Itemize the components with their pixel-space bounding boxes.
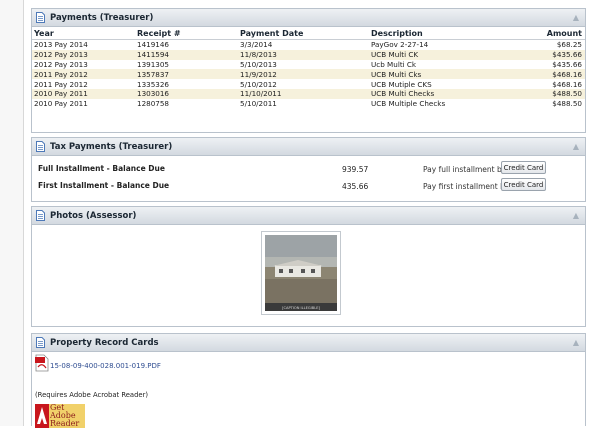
column-header-receipt: Receipt # bbox=[135, 27, 238, 40]
cell-description: UCB Mutiple CKS bbox=[369, 79, 513, 89]
photos-panel-header[interactable]: Photos (Assessor) ▲ bbox=[32, 207, 585, 225]
table-row: 2010 Pay 2011 1280758 5/10/2011 UCB Mult… bbox=[32, 98, 585, 109]
cell-date: 11/9/2012 bbox=[238, 69, 369, 80]
tax-panel-title: Tax Payments (Treasurer) bbox=[50, 141, 173, 152]
cell-year: 2012 Pay 2013 bbox=[32, 49, 135, 60]
cell-amount: $468.16 bbox=[513, 69, 585, 80]
cell-receipt: 1357837 bbox=[135, 69, 238, 80]
table-row: 2012 Pay 2013 1391305 5/10/2013 Ucb Mult… bbox=[32, 59, 585, 70]
table-row: 2011 Pay 2012 1357837 11/9/2012 UCB Mult… bbox=[32, 69, 585, 80]
collapse-arrow-icon[interactable]: ▲ bbox=[573, 211, 579, 220]
tax-row-label: First Installment - Balance Due bbox=[38, 181, 170, 190]
payments-header-row: Year Receipt # Payment Date Description … bbox=[32, 27, 585, 40]
payments-panel-header[interactable]: Payments (Treasurer) ▲ bbox=[32, 9, 585, 27]
column-header-amount: Amount bbox=[513, 27, 585, 40]
tax-panel-header[interactable]: Tax Payments (Treasurer) ▲ bbox=[32, 138, 585, 156]
tax-row-label: Full Installment - Balance Due bbox=[38, 164, 165, 173]
property-photo-image: [CAPTION ILLEGIBLE] bbox=[265, 235, 337, 311]
adobe-reader-badge[interactable]: Get Adobe Reader bbox=[35, 404, 85, 430]
cell-receipt: 1335326 bbox=[135, 79, 238, 89]
table-row: 2010 Pay 2011 1303016 11/10/2011 UCB Mul… bbox=[32, 88, 585, 99]
tax-pay-label: Pay full installment by: bbox=[423, 165, 509, 174]
property-photo[interactable]: [CAPTION ILLEGIBLE] bbox=[261, 231, 341, 315]
document-icon bbox=[36, 141, 45, 152]
property-panel-header[interactable]: Property Record Cards ▲ bbox=[32, 334, 585, 352]
requires-reader-text: (Requires Adobe Acrobat Reader) bbox=[35, 391, 149, 399]
tax-row-full: Full Installment - Balance Due 939.57 Pa… bbox=[32, 160, 585, 177]
cell-year: 2012 Pay 2013 bbox=[32, 59, 135, 70]
cell-year: 2011 Pay 2012 bbox=[32, 79, 135, 89]
cell-amount: $435.66 bbox=[513, 49, 585, 60]
table-row: 2012 Pay 2013 1411594 11/8/2013 UCB Mult… bbox=[32, 49, 585, 60]
tax-row-amount: 435.66 bbox=[342, 182, 369, 191]
tax-payments-panel: Tax Payments (Treasurer) ▲ Full Installm… bbox=[31, 137, 586, 202]
payments-table: Year Receipt # Payment Date Description … bbox=[32, 27, 585, 109]
document-icon bbox=[36, 210, 45, 221]
cell-description: UCB Multiple Checks bbox=[369, 98, 513, 109]
table-row: 2011 Pay 2012 1335326 5/10/2012 UCB Muti… bbox=[32, 79, 585, 89]
cell-description: UCB Multi CK bbox=[369, 49, 513, 60]
table-row: 2013 Pay 2014 1419146 3/3/2014 PayGov 2-… bbox=[32, 39, 585, 50]
right-margin-strip bbox=[586, 0, 600, 426]
credit-card-button[interactable]: Credit Card bbox=[501, 178, 546, 191]
cell-date: 5/10/2012 bbox=[238, 79, 369, 89]
cell-date: 5/10/2011 bbox=[238, 98, 369, 109]
cell-description: UCB Multi Cks bbox=[369, 69, 513, 80]
column-header-year: Year bbox=[32, 27, 135, 40]
photo-caption: [CAPTION ILLEGIBLE] bbox=[282, 306, 320, 310]
cell-receipt: 1411594 bbox=[135, 49, 238, 60]
payments-panel-title: Payments (Treasurer) bbox=[50, 12, 154, 23]
column-header-payment-date: Payment Date bbox=[238, 27, 369, 40]
left-margin-strip bbox=[0, 0, 24, 426]
reader-badge-label: Get Adobe Reader bbox=[50, 403, 80, 428]
tax-row-first: First Installment - Balance Due 435.66 P… bbox=[32, 177, 585, 194]
collapse-arrow-icon[interactable]: ▲ bbox=[573, 13, 579, 22]
document-icon bbox=[36, 337, 45, 348]
photos-panel: Photos (Assessor) ▲ [CAPTION ILLEGIBLE] bbox=[31, 206, 586, 327]
cell-amount: $468.16 bbox=[513, 79, 585, 89]
property-record-body: 15-08-09-400-028.001-019.PDF (Requires A… bbox=[32, 352, 585, 436]
cell-date: 11/10/2011 bbox=[238, 88, 369, 99]
cell-amount: $435.66 bbox=[513, 59, 585, 70]
cell-date: 3/3/2014 bbox=[238, 39, 369, 50]
pdf-file-icon[interactable] bbox=[35, 354, 49, 372]
pdf-link[interactable]: 15-08-09-400-028.001-019.PDF bbox=[50, 362, 161, 370]
cell-year: 2013 Pay 2014 bbox=[32, 39, 135, 50]
cell-description: Ucb Multi Ck bbox=[369, 59, 513, 70]
cell-amount: $68.25 bbox=[513, 39, 585, 50]
tax-row-amount: 939.57 bbox=[342, 165, 369, 174]
cell-year: 2010 Pay 2011 bbox=[32, 98, 135, 109]
cell-date: 11/8/2013 bbox=[238, 49, 369, 60]
cell-receipt: 1303016 bbox=[135, 88, 238, 99]
document-icon bbox=[36, 12, 45, 23]
payments-panel: Payments (Treasurer) ▲ Year Receipt # Pa… bbox=[31, 8, 586, 133]
cell-year: 2010 Pay 2011 bbox=[32, 88, 135, 99]
cell-receipt: 1419146 bbox=[135, 39, 238, 50]
cell-receipt: 1391305 bbox=[135, 59, 238, 70]
collapse-arrow-icon[interactable]: ▲ bbox=[573, 142, 579, 151]
property-record-cards-panel: Property Record Cards ▲ 15-08-09-400-028… bbox=[31, 333, 586, 428]
cell-description: UCB Multi Checks bbox=[369, 88, 513, 99]
property-panel-title: Property Record Cards bbox=[50, 337, 159, 348]
cell-description: PayGov 2-27-14 bbox=[369, 39, 513, 50]
cell-year: 2011 Pay 2012 bbox=[32, 69, 135, 80]
cell-date: 5/10/2013 bbox=[238, 59, 369, 70]
column-header-description: Description bbox=[369, 27, 513, 40]
tax-pay-label: Pay first installment by: bbox=[423, 182, 512, 191]
collapse-arrow-icon[interactable]: ▲ bbox=[573, 338, 579, 347]
credit-card-button[interactable]: Credit Card bbox=[501, 161, 546, 174]
cell-receipt: 1280758 bbox=[135, 98, 238, 109]
cell-amount: $488.50 bbox=[513, 88, 585, 99]
photos-panel-title: Photos (Assessor) bbox=[50, 210, 137, 221]
cell-amount: $488.50 bbox=[513, 98, 585, 109]
